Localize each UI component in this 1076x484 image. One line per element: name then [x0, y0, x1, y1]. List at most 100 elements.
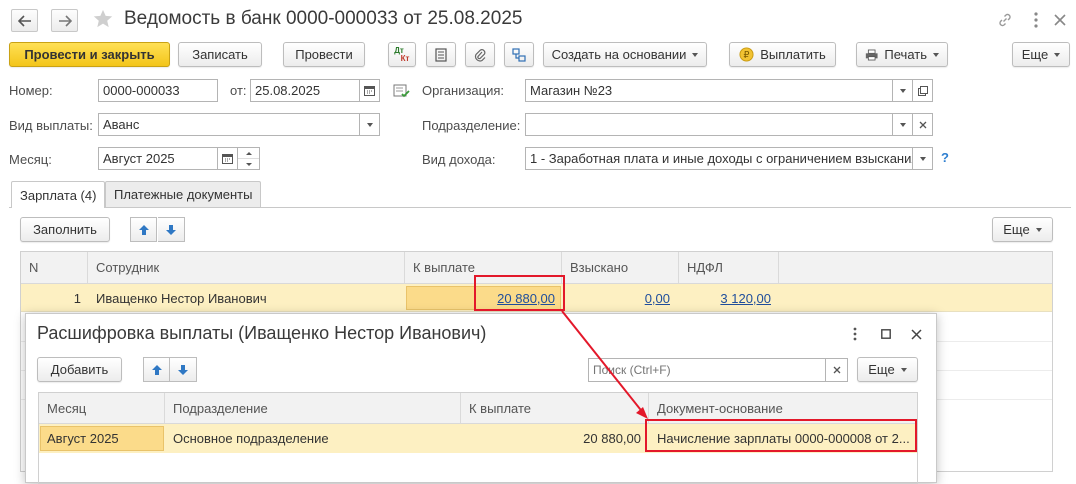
- tab-payment-documents[interactable]: Платежные документы: [105, 181, 262, 207]
- row-month[interactable]: Август 2025: [40, 426, 164, 451]
- organization-dropdown[interactable]: [893, 79, 913, 102]
- income-type-label: Вид дохода:: [422, 152, 496, 167]
- calendar-icon: [364, 86, 375, 96]
- column-header-department[interactable]: Подразделение: [165, 393, 461, 423]
- back-button[interactable]: [11, 9, 38, 32]
- dialog-move-down-button[interactable]: [170, 357, 197, 382]
- arrow-left-icon: [17, 14, 31, 27]
- save-button[interactable]: Записать: [178, 42, 262, 67]
- organization-field[interactable]: Магазин №23: [525, 79, 893, 102]
- dialog-more-button[interactable]: Еще: [857, 357, 918, 382]
- chevron-down-icon: [899, 122, 906, 127]
- department-field[interactable]: [525, 113, 893, 136]
- status-check-icon[interactable]: [393, 83, 411, 102]
- spin-up-icon[interactable]: [238, 148, 259, 159]
- row-department: Основное подразделение: [173, 431, 329, 446]
- month-spinner[interactable]: [238, 147, 260, 170]
- printer-icon: [865, 49, 878, 60]
- structure-button[interactable]: [504, 42, 534, 67]
- chevron-down-icon: [1035, 227, 1042, 232]
- fill-button[interactable]: Заполнить: [20, 217, 110, 242]
- spin-down-icon[interactable]: [238, 159, 259, 169]
- post-and-close-button[interactable]: Провести и закрыть: [9, 42, 170, 67]
- dialog-title: Расшифровка выплаты (Иващенко Нестор Ива…: [37, 323, 487, 343]
- chevron-down-icon: [919, 156, 926, 161]
- forward-button[interactable]: [51, 9, 78, 32]
- help-icon[interactable]: ?: [941, 150, 949, 165]
- chevron-down-icon: [899, 88, 906, 93]
- link-icon[interactable]: [995, 10, 1015, 30]
- column-header-ndfl[interactable]: НДФЛ: [679, 252, 779, 283]
- calendar-button[interactable]: [360, 79, 380, 102]
- coin-icon: ₽: [739, 47, 754, 62]
- month-label: Месяц:: [9, 152, 52, 167]
- attachments-button[interactable]: [465, 42, 495, 67]
- close-icon[interactable]: [1050, 10, 1070, 30]
- payment-type-label: Вид выплаты:: [9, 118, 93, 133]
- page-title: Ведомость в банк 0000-000033 от 25.08.20…: [124, 8, 523, 29]
- dialog-move-up-button[interactable]: [143, 357, 170, 382]
- arrow-right-icon: [58, 14, 72, 27]
- add-button[interactable]: Добавить: [37, 357, 122, 382]
- organization-label: Организация:: [422, 83, 505, 98]
- payment-type-field[interactable]: Аванс: [98, 113, 360, 136]
- department-dropdown[interactable]: [893, 113, 913, 136]
- ndfl-link[interactable]: 3 120,00: [683, 284, 771, 312]
- register-button[interactable]: [426, 42, 456, 67]
- clear-icon: [919, 121, 926, 128]
- payment-breakdown-dialog: Расшифровка выплаты (Иващенко Нестор Ива…: [25, 313, 937, 484]
- print-button[interactable]: Печать: [856, 42, 948, 67]
- hierarchy-icon: [512, 47, 526, 62]
- number-field[interactable]: 0000-000033: [98, 79, 218, 102]
- row-employee: Иващенко Нестор Иванович: [96, 290, 267, 306]
- column-header-employee[interactable]: Сотрудник: [88, 252, 405, 283]
- move-up-button[interactable]: [130, 217, 157, 242]
- month-field[interactable]: Август 2025: [98, 147, 218, 170]
- table-more-button[interactable]: Еще: [992, 217, 1053, 242]
- move-down-button[interactable]: [158, 217, 185, 242]
- tabs-divider: [9, 207, 1071, 208]
- dialog-close-icon[interactable]: [906, 325, 926, 343]
- tab-salary[interactable]: Зарплата (4): [11, 181, 106, 208]
- row-to-pay: 20 880,00: [583, 431, 641, 446]
- annotation-highlight-to-pay: [474, 275, 565, 311]
- post-button[interactable]: Провести: [283, 42, 365, 67]
- month-calendar-button[interactable]: [218, 147, 238, 170]
- column-header-to-pay[interactable]: К выплате: [461, 393, 649, 423]
- chevron-down-icon: [933, 52, 939, 57]
- more-vertical-icon[interactable]: [1026, 10, 1046, 30]
- search-clear-button[interactable]: [826, 358, 848, 382]
- chevron-down-icon: [692, 52, 699, 57]
- arrow-up-icon: [138, 224, 149, 235]
- date-field[interactable]: 25.08.2025: [250, 79, 360, 102]
- column-header-n[interactable]: N: [21, 252, 88, 283]
- payment-type-dropdown[interactable]: [360, 113, 380, 136]
- search-input[interactable]: [588, 358, 826, 382]
- pay-button[interactable]: ₽ Выплатить: [729, 42, 836, 67]
- date-label: от:: [230, 83, 247, 98]
- chevron-down-icon: [366, 122, 373, 127]
- open-icon: [917, 85, 928, 96]
- income-type-dropdown[interactable]: [913, 147, 933, 170]
- income-type-field[interactable]: 1 - Заработная плата и иные доходы с огр…: [525, 147, 913, 170]
- dialog-maximize-icon[interactable]: [876, 325, 896, 343]
- arrow-down-icon: [166, 224, 176, 235]
- withheld-link[interactable]: 0,00: [566, 284, 670, 312]
- dialog-more-vertical-icon[interactable]: [845, 325, 865, 343]
- column-header-month[interactable]: Месяц: [39, 393, 165, 423]
- column-header-withheld[interactable]: Взыскано: [562, 252, 679, 283]
- number-label: Номер:: [9, 83, 53, 98]
- department-clear-button[interactable]: [913, 113, 933, 136]
- more-button[interactable]: Еще: [1012, 42, 1070, 67]
- create-based-on-button[interactable]: Создать на основании: [543, 42, 707, 67]
- list-icon: [435, 47, 447, 62]
- organization-open-button[interactable]: [913, 79, 933, 102]
- dt-kt-button[interactable]: Дт Кт: [388, 42, 416, 67]
- favorite-star-icon[interactable]: [92, 8, 114, 33]
- department-label: Подразделение:: [422, 118, 521, 133]
- arrow-down-icon: [178, 364, 188, 375]
- calendar-icon: [222, 154, 233, 164]
- arrow-up-icon: [151, 364, 162, 375]
- chevron-down-icon: [900, 367, 907, 372]
- paperclip-icon: [474, 48, 486, 62]
